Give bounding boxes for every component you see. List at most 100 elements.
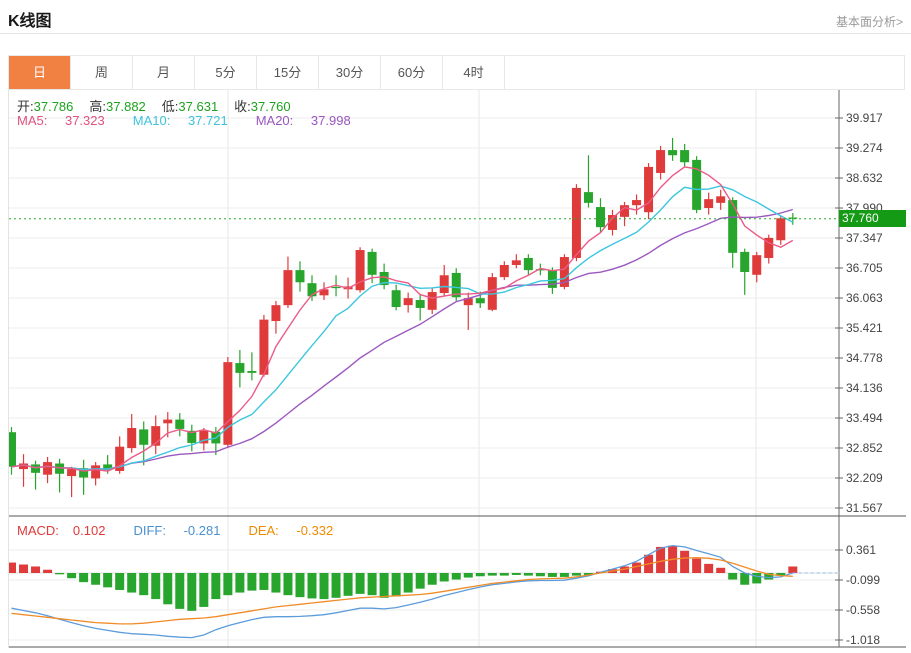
candle-body bbox=[235, 363, 244, 373]
macd-hist-bar bbox=[103, 573, 112, 587]
current-price-badge: 37.760 bbox=[839, 210, 906, 227]
macd-hist-bar bbox=[9, 563, 16, 573]
high-label: 高: bbox=[89, 99, 106, 114]
tab-period-5[interactable]: 30分 bbox=[319, 56, 381, 89]
macd-hist-bar bbox=[308, 573, 317, 598]
close-value: 37.760 bbox=[251, 99, 291, 114]
price-tick-label: 33.494 bbox=[846, 411, 883, 425]
tab-period-1[interactable]: 周 bbox=[71, 56, 133, 89]
fundamental-analysis-link[interactable]: 基本面分析> bbox=[836, 13, 903, 30]
header-divider bbox=[0, 33, 911, 34]
price-tick-label: 32.209 bbox=[846, 471, 883, 485]
macd-hist-bar bbox=[271, 573, 280, 593]
kline-chart[interactable]: 39.91739.27438.63237.99037.34736.70536.0… bbox=[8, 90, 906, 648]
ma10-readout: MA10: 37.721 bbox=[133, 113, 242, 128]
macd-hist-bar bbox=[368, 573, 377, 595]
price-tick-label: 35.421 bbox=[846, 321, 883, 335]
candle-body bbox=[247, 371, 256, 373]
candle-body bbox=[572, 188, 581, 258]
macd-hist-bar bbox=[392, 573, 401, 596]
dea-value: DEA: -0.332 bbox=[248, 523, 347, 538]
macd-hist-bar bbox=[295, 573, 304, 597]
candle-body bbox=[656, 150, 665, 173]
macd-hist-bar bbox=[320, 573, 329, 599]
macd-value: MACD:0.102 bbox=[17, 523, 119, 538]
macd-readout: MACD:0.102 DIFF: -0.281 DEA: -0.332 bbox=[17, 523, 361, 538]
macd-hist-bar bbox=[428, 573, 437, 585]
tab-period-6[interactable]: 60分 bbox=[381, 56, 443, 89]
candle-body bbox=[295, 270, 304, 282]
candle-body bbox=[548, 270, 557, 288]
tab-period-7[interactable]: 4时 bbox=[443, 56, 505, 89]
macd-hist-bar bbox=[344, 573, 353, 596]
macd-hist-bar bbox=[139, 573, 148, 595]
open-label: 开: bbox=[17, 99, 34, 114]
price-tick-label: 36.063 bbox=[846, 291, 883, 305]
macd-hist-bar bbox=[404, 573, 413, 593]
candle-body bbox=[283, 270, 292, 305]
macd-hist-bar bbox=[416, 573, 425, 589]
price-tick-label: 38.632 bbox=[846, 171, 883, 185]
candle-body bbox=[740, 252, 749, 272]
macd-hist-bar bbox=[440, 573, 449, 581]
close-label: 收: bbox=[234, 99, 251, 114]
kline-page: { "header": { "title": "K线图", "link": "基… bbox=[0, 0, 911, 653]
macd-hist-bar bbox=[704, 564, 713, 573]
macd-hist-bar bbox=[560, 573, 569, 577]
macd-tick-label: -0.558 bbox=[846, 603, 880, 617]
price-tick-label: 39.917 bbox=[846, 111, 883, 125]
tab-period-4[interactable]: 15分 bbox=[257, 56, 319, 89]
macd-hist-bar bbox=[187, 573, 196, 611]
macd-hist-bar bbox=[223, 573, 232, 595]
macd-hist-bar bbox=[752, 573, 761, 583]
price-tick-label: 32.852 bbox=[846, 441, 883, 455]
low-label: 低: bbox=[162, 99, 179, 114]
macd-hist-bar bbox=[356, 573, 365, 594]
macd-hist-bar bbox=[512, 573, 521, 575]
period-tabbar: 日周月5分15分30分60分4时 bbox=[8, 55, 905, 90]
candle-body bbox=[416, 300, 425, 308]
macd-hist-bar bbox=[247, 573, 256, 591]
tab-period-0[interactable]: 日 bbox=[9, 56, 71, 89]
macd-hist-bar bbox=[175, 573, 184, 609]
candle-body bbox=[524, 258, 533, 270]
candle-body bbox=[163, 420, 172, 424]
macd-hist-bar bbox=[716, 568, 725, 573]
macd-hist-bar bbox=[740, 573, 749, 585]
macd-hist-bar bbox=[43, 570, 52, 573]
candle-body bbox=[668, 150, 677, 155]
diff-value: DIFF: -0.281 bbox=[133, 523, 234, 538]
price-tick-label: 39.274 bbox=[846, 141, 883, 155]
tab-period-2[interactable]: 月 bbox=[133, 56, 195, 89]
chart-canvas[interactable]: 39.91739.27438.63237.99037.34736.70536.0… bbox=[9, 90, 906, 648]
price-tick-label: 36.705 bbox=[846, 261, 883, 275]
macd-hist-bar bbox=[211, 573, 220, 599]
candle-body bbox=[428, 292, 437, 310]
macd-hist-bar bbox=[235, 573, 244, 593]
macd-hist-bar bbox=[259, 573, 268, 590]
candle-body bbox=[584, 192, 593, 203]
macd-hist-bar bbox=[536, 573, 545, 576]
macd-hist-bar bbox=[332, 573, 341, 598]
high-value: 37.882 bbox=[106, 99, 146, 114]
candle-body bbox=[476, 298, 485, 303]
price-tick-label: 31.567 bbox=[846, 501, 883, 515]
macd-hist-bar bbox=[464, 573, 473, 578]
page-title: K线图 bbox=[8, 7, 52, 31]
macd-hist-bar bbox=[151, 573, 160, 599]
candle-body bbox=[392, 290, 401, 307]
tab-period-3[interactable]: 5分 bbox=[195, 56, 257, 89]
macd-hist-bar bbox=[656, 547, 665, 573]
candle-body bbox=[776, 218, 785, 240]
candle-body bbox=[404, 298, 413, 305]
macd-hist-bar bbox=[692, 559, 701, 573]
macd-hist-bar bbox=[548, 573, 557, 577]
macd-hist-bar bbox=[476, 573, 485, 576]
candle-body bbox=[332, 287, 341, 288]
macd-tick-label: -0.099 bbox=[846, 573, 880, 587]
candle-body bbox=[9, 432, 16, 467]
candle-body bbox=[680, 150, 689, 162]
candle-body bbox=[175, 420, 184, 429]
ma5-line bbox=[12, 167, 793, 471]
macd-hist-bar bbox=[55, 573, 64, 574]
